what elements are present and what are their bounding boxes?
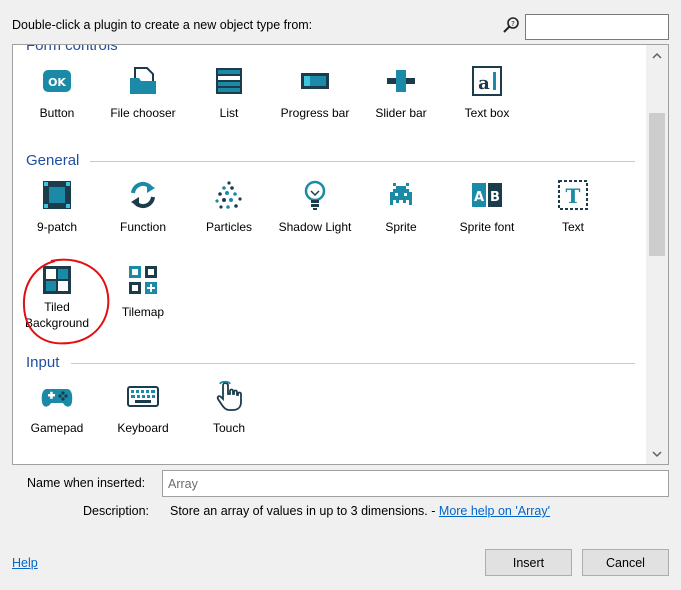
plugin-label: List	[219, 106, 239, 120]
plugin-file-chooser[interactable]: File chooser	[100, 65, 186, 121]
magnifier-icon: ?	[502, 16, 520, 34]
text-icon: T	[530, 179, 616, 211]
text-box-icon: a	[444, 65, 530, 97]
plugin-sprite[interactable]: Sprite	[358, 179, 444, 235]
plugin-text[interactable]: T Text	[530, 179, 616, 235]
svg-text:?: ?	[511, 20, 515, 28]
plugin-text-box[interactable]: a Text box	[444, 65, 530, 121]
description-body: Store an array of values in up to 3 dime…	[170, 504, 436, 518]
plugin-9-patch[interactable]: 9-patch	[14, 179, 100, 235]
slider-bar-icon	[358, 65, 444, 97]
plugin-label: 9-patch	[36, 220, 78, 234]
plugin-keyboard[interactable]: Keyboard	[100, 380, 186, 436]
plugin-list-content: Form controls OK Button File chooser Lis…	[13, 45, 645, 464]
section-divider	[90, 161, 635, 162]
description-text: Store an array of values in up to 3 dime…	[170, 504, 550, 518]
nine-patch-icon	[14, 179, 100, 211]
plugin-label: Text	[561, 220, 584, 234]
plugin-function[interactable]: Function	[100, 179, 186, 235]
plugin-label: Keyboard	[117, 421, 169, 435]
gamepad-icon	[14, 380, 100, 412]
plugin-touch[interactable]: Touch	[186, 380, 272, 436]
plugin-label: Sprite font	[459, 220, 515, 234]
section-header-general: General	[26, 152, 80, 169]
instruction-label: Double-click a plugin to create a new ob…	[12, 18, 313, 32]
sprite-font-icon: AB	[444, 179, 530, 211]
help-link[interactable]: Help	[12, 556, 38, 570]
insert-button[interactable]: Insert	[485, 549, 572, 576]
plugin-label: Slider bar	[375, 106, 427, 120]
plugin-shadow-light[interactable]: Shadow Light	[272, 179, 358, 235]
search-input[interactable]	[525, 14, 669, 40]
scroll-up-arrow[interactable]	[646, 47, 668, 63]
svg-text:a: a	[478, 73, 490, 94]
plugin-list-item[interactable]: List	[186, 65, 272, 121]
space-invader-icon	[358, 179, 444, 211]
svg-text:T: T	[566, 184, 581, 208]
plugin-label: File chooser	[110, 106, 176, 120]
keyboard-icon	[100, 380, 186, 412]
chevron-down-icon	[652, 450, 662, 457]
svg-text:OK: OK	[48, 76, 66, 89]
plugin-label: Gamepad	[30, 421, 84, 435]
plugin-slider-bar[interactable]: Slider bar	[358, 65, 444, 121]
lightbulb-icon	[272, 179, 358, 211]
more-help-link[interactable]: More help on 'Array'	[439, 504, 550, 518]
file-chooser-icon	[100, 65, 186, 97]
name-when-inserted-label: Name when inserted:	[27, 476, 146, 490]
plugin-label: Shadow Light	[278, 220, 352, 234]
plugin-particles[interactable]: Particles	[186, 179, 272, 235]
section-divider	[71, 363, 635, 364]
name-input[interactable]	[162, 470, 669, 497]
function-icon	[100, 179, 186, 211]
vertical-scrollbar[interactable]	[646, 45, 668, 464]
particles-icon	[186, 179, 272, 211]
plugin-list[interactable]: Form controls OK Button File chooser Lis…	[12, 44, 669, 465]
plugin-label: Function	[119, 220, 167, 234]
section-header-input: Input	[26, 354, 60, 371]
list-icon	[186, 65, 272, 97]
plugin-label: Particles	[205, 220, 252, 234]
plugin-progress-bar[interactable]: Progress bar	[272, 65, 358, 121]
progress-bar-icon	[272, 65, 358, 97]
plugin-label: Text box	[464, 106, 510, 120]
plugin-gamepad[interactable]: Gamepad	[14, 380, 100, 436]
plugin-label: Button	[39, 106, 75, 120]
plugin-sprite-font[interactable]: AB Sprite font	[444, 179, 530, 235]
scrollbar-thumb[interactable]	[649, 113, 665, 256]
svg-text:A: A	[474, 190, 484, 205]
plugin-button[interactable]: OK Button	[14, 65, 100, 121]
annotation-circle	[22, 258, 110, 345]
plugin-label: Progress bar	[280, 106, 350, 120]
scroll-down-arrow[interactable]	[646, 446, 668, 462]
svg-text:B: B	[490, 190, 500, 205]
chevron-up-icon	[652, 52, 662, 59]
section-header-form-controls: Form controls	[26, 45, 118, 54]
description-label: Description:	[83, 504, 149, 518]
touch-hand-icon	[186, 380, 272, 412]
cancel-button[interactable]: Cancel	[582, 549, 669, 576]
plugin-label: Sprite	[385, 220, 417, 234]
plugin-label: Touch	[212, 421, 246, 435]
ok-button-icon: OK	[14, 65, 100, 97]
